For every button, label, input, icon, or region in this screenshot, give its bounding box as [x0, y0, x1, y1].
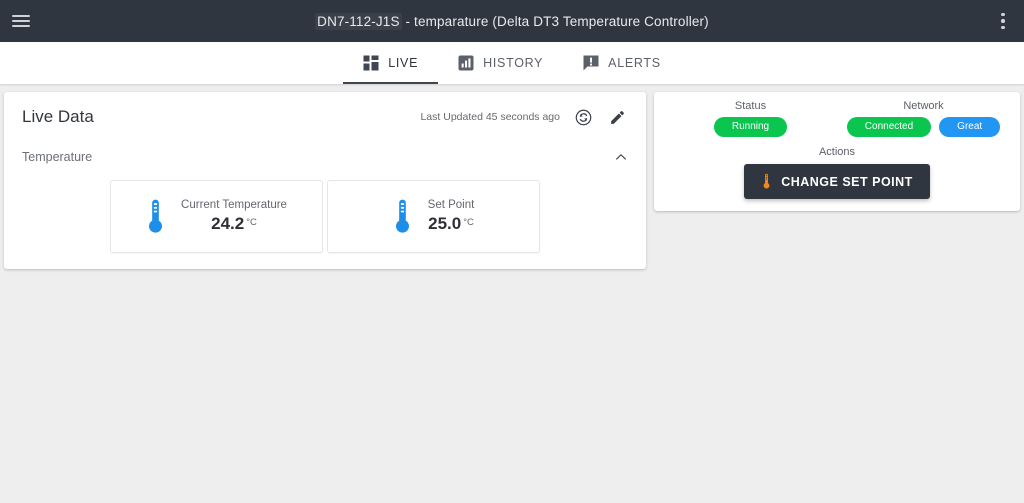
change-set-point-label: CHANGE SET POINT: [781, 174, 913, 189]
metric-card-set-point: Set Point 25.0 °C: [327, 180, 540, 253]
live-data-title: Live Data: [22, 107, 94, 126]
history-refresh-icon: [575, 109, 591, 125]
actions-label: Actions: [818, 146, 856, 158]
page-title: DN7-112-J1S - temparature (Delta DT3 Tem…: [0, 12, 1024, 30]
metric-label: Set Point: [427, 199, 475, 211]
tab-history-label: HISTORY: [483, 56, 544, 70]
live-data-header-actions: Last Updated 45 seconds ago: [420, 106, 628, 128]
announcement-icon: [583, 55, 599, 71]
metric-value: 24.2: [211, 214, 245, 233]
metric-value-row: 24.2 °C: [181, 214, 287, 234]
chevron-up-icon[interactable]: [614, 150, 628, 164]
metric-unit: °C: [463, 217, 474, 228]
tab-live[interactable]: LIVE: [343, 42, 439, 84]
temperature-section-title: Temperature: [22, 150, 93, 164]
network-badge-list: Connected Great: [837, 117, 1010, 137]
tab-bar: LIVE HISTORY ALERTS: [0, 42, 1024, 84]
change-set-point-button[interactable]: CHANGE SET POINT: [744, 164, 930, 199]
dashboard-grid-icon: [363, 55, 379, 71]
pencil-edit-icon: [610, 110, 624, 124]
metric-label: Current Temperature: [181, 199, 287, 211]
metric-text: Current Temperature 24.2 °C: [181, 199, 287, 234]
status-label: Status: [734, 100, 767, 112]
content-area: Live Data Last Updated 45 seconds ago Te…: [0, 84, 1024, 269]
live-data-card: Live Data Last Updated 45 seconds ago Te…: [4, 92, 646, 269]
thermometer-icon: [763, 173, 770, 189]
network-quality-badge[interactable]: Great: [939, 117, 1001, 137]
tab-live-label: LIVE: [388, 56, 419, 70]
hamburger-menu-icon: [12, 12, 30, 30]
tab-alerts[interactable]: ALERTS: [563, 42, 681, 84]
tab-alerts-label: ALERTS: [608, 56, 661, 70]
thermometer-icon: [395, 199, 409, 233]
actions-section: Actions CHANGE SET POINT: [664, 146, 1010, 199]
history-refresh-button[interactable]: [572, 106, 594, 128]
bar-chart-icon: [458, 55, 474, 71]
device-id: DN7-112-J1S: [315, 12, 402, 30]
menu-button[interactable]: [0, 0, 42, 42]
network-label: Network: [903, 100, 944, 112]
status-badge[interactable]: Running: [713, 117, 788, 137]
device-title-suffix: - temparature (Delta DT3 Temperature Con…: [401, 13, 709, 29]
tab-history[interactable]: HISTORY: [438, 42, 563, 84]
status-card: Status Running Network Connected Great A…: [654, 92, 1020, 211]
more-vertical-icon: [1001, 12, 1005, 30]
metric-unit: °C: [246, 217, 257, 228]
live-data-header: Live Data Last Updated 45 seconds ago: [22, 106, 628, 128]
temperature-section-header[interactable]: Temperature: [22, 150, 628, 164]
status-badge-list: Running: [664, 117, 837, 137]
overflow-menu-button[interactable]: [982, 0, 1024, 42]
metric-card-current-temperature: Current Temperature 24.2 °C: [110, 180, 323, 253]
metric-card-list: Current Temperature 24.2 °C Set Point 25…: [22, 180, 628, 253]
thermometer-icon: [149, 199, 163, 233]
app-bar: DN7-112-J1S - temparature (Delta DT3 Tem…: [0, 0, 1024, 42]
metric-value: 25.0: [428, 214, 462, 233]
network-connected-badge[interactable]: Connected: [846, 117, 932, 137]
network-column: Network Connected Great: [837, 100, 1010, 137]
status-column: Status Running: [664, 100, 837, 137]
edit-button[interactable]: [606, 106, 628, 128]
metric-text: Set Point 25.0 °C: [428, 199, 475, 234]
last-updated-text: Last Updated 45 seconds ago: [420, 111, 560, 123]
metric-value-row: 25.0 °C: [428, 214, 475, 234]
status-network-row: Status Running Network Connected Great: [664, 100, 1010, 137]
